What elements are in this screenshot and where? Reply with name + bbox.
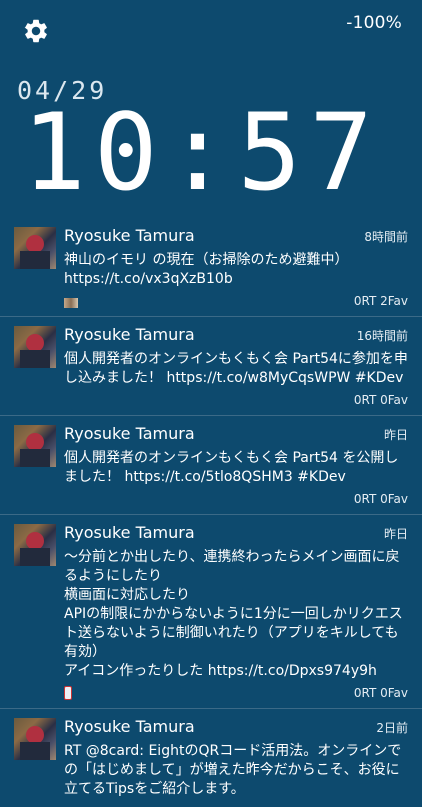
tweet-item[interactable]: Ryosuke Tamura 2日前 RT @8card: EightのQRコー… [0, 709, 422, 807]
avatar[interactable] [14, 227, 56, 269]
tweet-counts: 0RT 0Fav [353, 686, 408, 700]
tweet-counts: 0RT 0Fav [353, 393, 408, 407]
tweet-item[interactable]: Ryosuke Tamura 昨日 〜分前とか出したり、連携終わったらメイン画面… [0, 515, 422, 709]
tweet-text: 〜分前とか出したり、連携終わったらメイン画面に戻るようにしたり 横画面に対応した… [64, 549, 403, 679]
avatar[interactable] [14, 524, 56, 566]
tweet-time: 8時間前 [364, 230, 408, 244]
tweet-text: RT @8card: EightのQRコード活用法。オンラインでの「はじめまして… [64, 743, 402, 797]
avatar[interactable] [14, 718, 56, 760]
phone-thumbnail-icon[interactable] [64, 686, 72, 700]
avatar[interactable] [14, 425, 56, 467]
clock-display: 10:57 [22, 91, 382, 214]
tweet-author: Ryosuke Tamura [64, 226, 195, 245]
gear-icon[interactable] [22, 17, 50, 45]
tweet-time: 昨日 [383, 527, 408, 541]
top-bar: -100% [0, 0, 422, 62]
tweet-author: Ryosuke Tamura [64, 325, 195, 344]
tweet-text: 個人開発者のオンラインもくもく会 Part54 を公開しました！ https:/… [64, 450, 399, 485]
tweet-time: 昨日 [383, 428, 408, 442]
tweet-item[interactable]: Ryosuke Tamura 昨日 個人開発者のオンラインもくもく会 Part5… [0, 416, 422, 515]
tweet-item[interactable]: Ryosuke Tamura 8時間前 神山のイモリ の現在（お掃除のため避難中… [0, 218, 422, 317]
tweet-text: 神山のイモリ の現在（お掃除のため避難中） https://t.co/vx3qX… [64, 252, 349, 287]
tweet-author: Ryosuke Tamura [64, 523, 195, 542]
tweet-time: 2日前 [376, 721, 408, 735]
tweet-item[interactable]: Ryosuke Tamura 16時間前 個人開発者のオンラインもくもく会 Pa… [0, 317, 422, 416]
tweet-timeline[interactable]: Ryosuke Tamura 8時間前 神山のイモリ の現在（お掃除のため避難中… [0, 218, 422, 807]
avatar[interactable] [14, 326, 56, 368]
tweet-text: 個人開発者のオンラインもくもく会 Part54に参加を申し込みました！ http… [64, 351, 408, 386]
tweet-counts: 0RT 2Fav [353, 294, 408, 308]
tweet-author: Ryosuke Tamura [64, 717, 195, 736]
tweet-counts: 0RT 0Fav [353, 492, 408, 506]
photo-thumbnail-icon[interactable] [64, 298, 78, 308]
tweet-time: 16時間前 [356, 329, 408, 343]
tweet-author: Ryosuke Tamura [64, 424, 195, 443]
battery-level: -100% [346, 13, 402, 33]
